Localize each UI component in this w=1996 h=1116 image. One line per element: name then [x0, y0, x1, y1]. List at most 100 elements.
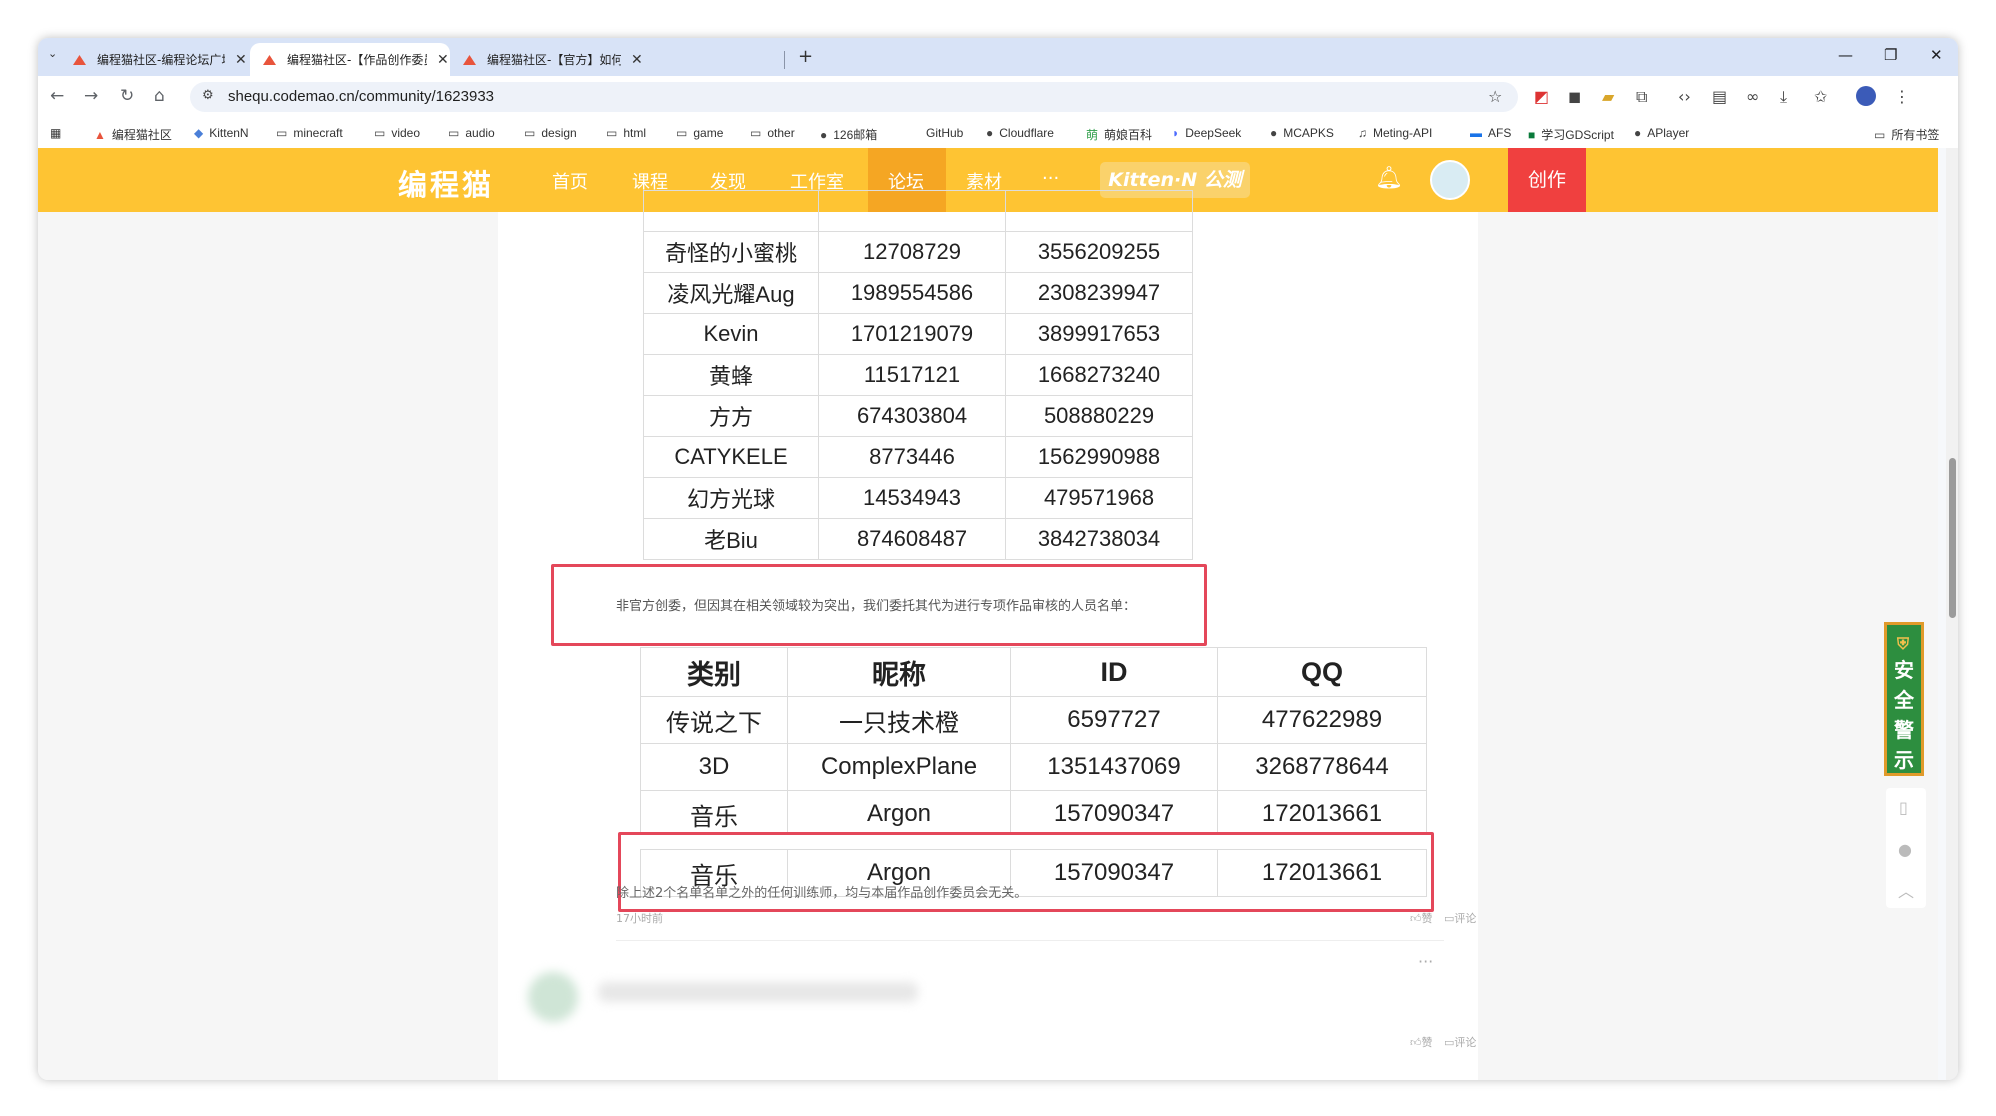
menu-icon[interactable]: ⋮ [1894, 87, 1910, 106]
globe-icon: ● [820, 128, 828, 142]
nav-home[interactable]: 首页 [552, 168, 588, 194]
address-bar[interactable]: ⚙ shequ.codemao.cn/community/1623933 ☆ [190, 82, 1518, 112]
tab-title: 编程猫社区-【官方】如何上首页 [487, 53, 621, 67]
moegirl-icon: 萌 [1086, 128, 1099, 142]
bookmark-item[interactable]: ▭ html [606, 126, 646, 140]
table-row: 老Biu 874608487 3842738034 [643, 518, 1193, 560]
reviewer-table: 类别 昵称 ID QQ 传说之下 一只技术橙 6597727 477622989 3D… [640, 647, 1427, 838]
new-tab-button[interactable]: + [798, 46, 813, 67]
tab-title: 编程猫社区-【作品创作委员会】 [287, 53, 427, 67]
folder-icon: ▭ [750, 126, 762, 140]
bell-icon[interactable]: 🔔︎ [1375, 166, 1403, 191]
scrollbar-thumb[interactable] [1949, 458, 1956, 618]
bookmark-item[interactable]: 萌萌娘百科 [1086, 126, 1152, 143]
restore-icon[interactable]: ❐ [1884, 46, 1897, 64]
bookmark-item[interactable]: ▭ video [374, 126, 420, 140]
extensions-icon[interactable]: ⧉ [1636, 87, 1647, 107]
bookmark-item[interactable]: GitHub [920, 126, 963, 140]
bookmark-item[interactable]: ♫ Meting-API [1358, 126, 1432, 140]
create-button[interactable]: 创作 [1508, 148, 1586, 212]
more-options-icon[interactable]: ··· [1418, 952, 1433, 971]
table-row: Kevin 1701219079 3899917653 [643, 313, 1193, 355]
url-text[interactable]: shequ.codemao.cn/community/1623933 [228, 88, 494, 105]
codemao-tab-icon [462, 54, 477, 66]
post-time: 17小时前 [616, 912, 663, 925]
minimize-icon[interactable]: — [1838, 46, 1853, 64]
table-row: 音乐 Argon 157090347 172013661 [640, 790, 1427, 838]
like-button[interactable]: 👍︎赞 [1410, 1034, 1433, 1050]
table-row: 3D ComplexPlane 1351437069 3268778644 [640, 743, 1427, 791]
bookmarks-bar: ▦ ▲ 编程猫社区 ◆ KittenN ▭ minecraft ▭ video ▭ aud… [38, 118, 1958, 148]
comment-button[interactable]: ▭评论 [1444, 1034, 1476, 1050]
bookmark-item[interactable]: ▭ design [524, 126, 577, 140]
thumb-up-icon: 👍︎ [1410, 1036, 1422, 1049]
bookmark-item[interactable]: ▭ game [676, 126, 723, 140]
bookmark-item[interactable]: ● APlayer [1634, 126, 1689, 140]
globe-icon: ● [1634, 126, 1642, 140]
side-tools: ▯ ● ︿ [1886, 788, 1926, 908]
home-icon[interactable]: ⌂ [154, 86, 165, 106]
table-row [643, 190, 1193, 232]
bookmark-item[interactable]: ● 126邮箱 [820, 126, 877, 143]
shield-icon: ⛨ [1897, 634, 1910, 653]
forward-icon[interactable]: → [84, 86, 98, 106]
page-scrollbar[interactable] [1946, 148, 1958, 1080]
link-icon[interactable]: ∞ [1746, 87, 1759, 106]
bookmark-star-icon[interactable]: ✩ [1814, 87, 1827, 106]
thumb-up-icon: 👍︎ [1410, 912, 1422, 925]
table-row: 幻方光球 14534943 479571968 [643, 477, 1193, 519]
member-table: 奇怪的小蜜桃 12708729 3556209255 凌风光耀Aug 19895545… [643, 190, 1193, 560]
post-note: 非官方创委，但因其在相关领域较为突出，我们委托其代为进行专项作品审核的人员名单： [616, 599, 1137, 614]
back-icon[interactable]: ← [50, 86, 64, 106]
bookmark-item[interactable]: ▲ 编程猫社区 [94, 126, 172, 143]
site-logo[interactable]: 编程猫 [398, 162, 494, 204]
bookmark-item[interactable]: ■ 学习GDScript [1528, 126, 1614, 143]
extension-folder-icon[interactable]: ▰ [1602, 87, 1614, 106]
table-row: 传说之下 一只技术橙 6597727 477622989 [640, 696, 1427, 744]
comment-button[interactable]: ▭评论 [1444, 910, 1476, 926]
apps-icon[interactable]: ▦ [50, 126, 61, 140]
close-window-icon[interactable]: ✕ [1930, 46, 1943, 64]
reply-text-blurred [598, 982, 918, 1002]
gdscript-icon: ■ [1528, 128, 1536, 142]
folder-icon: ▭ [448, 126, 460, 140]
devtools-icon[interactable]: ‹› [1678, 87, 1691, 106]
bookmark-item[interactable]: ▭ audio [448, 126, 495, 140]
bookmark-item[interactable]: ◗ DeepSeek [1172, 126, 1241, 140]
bookmark-item[interactable]: ● MCAPKS [1270, 126, 1334, 140]
nav-more[interactable]: ··· [1042, 168, 1059, 189]
user-avatar[interactable] [1430, 160, 1470, 200]
extension-translate-icon[interactable]: ◩ [1534, 87, 1549, 106]
bookmark-item[interactable]: ▭ minecraft [276, 126, 343, 140]
close-icon[interactable]: ✕ [437, 52, 449, 68]
download-icon[interactable]: ⤓ [1780, 87, 1787, 107]
tab-2[interactable]: 编程猫社区-【作品创作委员会】 ✕ [250, 43, 450, 76]
bookmark-item[interactable]: ◆ KittenN [194, 126, 249, 140]
like-button[interactable]: 👍︎赞 [1410, 910, 1433, 926]
bookmark-item[interactable]: ● Cloudflare [986, 126, 1054, 140]
qq-icon[interactable]: ● [1898, 840, 1912, 859]
close-icon[interactable]: ✕ [235, 52, 247, 68]
bookmark-item[interactable]: ▬ AFS [1470, 126, 1511, 140]
star-icon[interactable]: ☆ [1488, 87, 1502, 106]
extension-cat-icon[interactable]: ◼ [1568, 87, 1581, 106]
back-to-top-icon[interactable]: ︿ [1898, 878, 1914, 902]
bookmark-item[interactable]: ▭ other [750, 126, 795, 140]
all-bookmarks[interactable]: ▭ 所有书签 [1874, 126, 1939, 143]
table-row: 奇怪的小蜜桃 12708729 3556209255 [643, 231, 1193, 273]
safety-warning-button[interactable]: ⛨ 安 全 警 示 [1884, 622, 1924, 776]
page-viewport: 编程猫 首页 课程 发现 工作室 论坛 素材 ··· Kitten·N 公测 🔔… [38, 148, 1938, 1080]
tab-1[interactable]: 编程猫社区-编程论坛广场-编程 ✕ [60, 43, 250, 76]
profile-avatar[interactable] [1856, 86, 1876, 106]
reload-icon[interactable]: ↻ [120, 86, 134, 106]
close-icon[interactable]: ✕ [631, 52, 643, 68]
mobile-icon[interactable]: ▯ [1899, 798, 1908, 817]
kitten-icon: ◆ [194, 126, 204, 140]
site-info-icon[interactable]: ⚙ [202, 88, 214, 103]
sidepanel-icon[interactable]: ▤ [1712, 87, 1727, 106]
tab-title: 编程猫社区-编程论坛广场-编程 [97, 53, 225, 67]
table-row: 凌风光耀Aug 1989554586 2308239947 [643, 272, 1193, 314]
codemao-tab-icon [262, 54, 277, 66]
post-panel: 奇怪的小蜜桃 12708729 3556209255 凌风光耀Aug 19895545… [498, 190, 1478, 1080]
tab-3[interactable]: 编程猫社区-【官方】如何上首页 ✕ [450, 43, 646, 76]
